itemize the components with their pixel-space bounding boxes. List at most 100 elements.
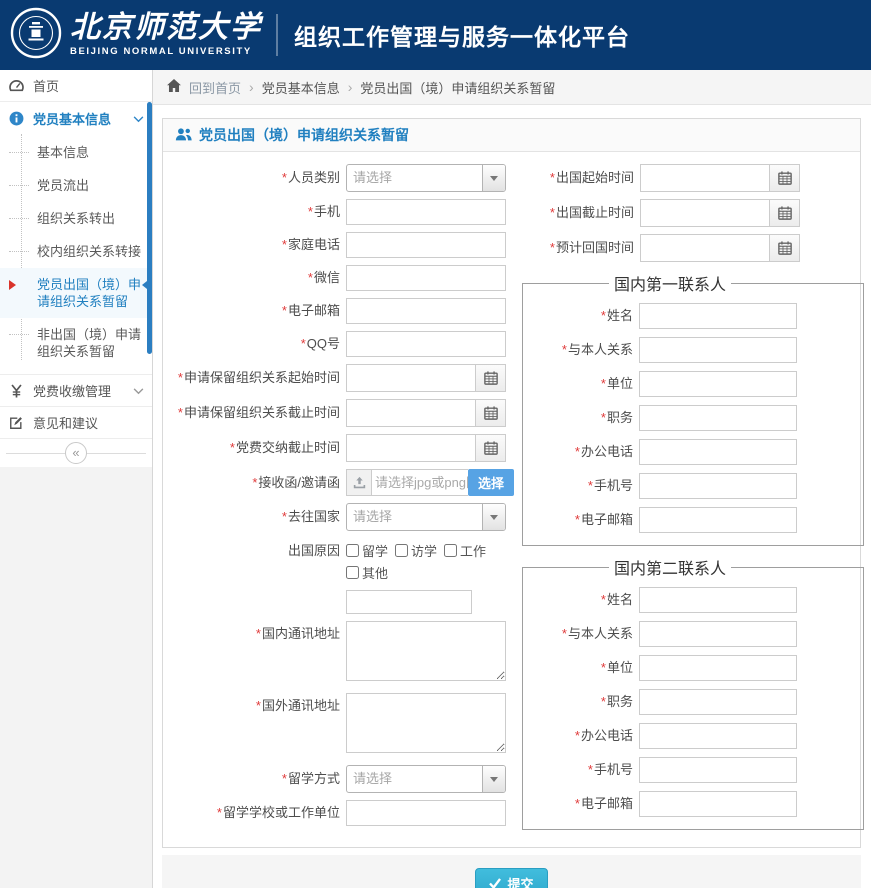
contact1-organization-input[interactable] <box>639 371 797 397</box>
sidebar-item-label: 首页 <box>33 76 59 95</box>
other-checkbox[interactable] <box>346 566 359 579</box>
select-placeholder: 请选择 <box>347 165 482 191</box>
visit-checkbox[interactable] <box>395 544 408 557</box>
university-name-cn: 北京师范大学 <box>70 13 262 43</box>
foreign-address-textarea[interactable] <box>346 693 506 753</box>
sidebar-item-fee-management[interactable]: 党费收缴管理 <box>0 375 152 407</box>
depart-start-input[interactable] <box>640 164 770 192</box>
reason-checkbox-group: 留学 访学 工作 其他 <box>346 538 509 614</box>
contact2-relation-input[interactable] <box>639 621 797 647</box>
study-mode-select[interactable]: 请选择 <box>346 765 506 793</box>
wechat-input[interactable] <box>346 265 506 291</box>
sidebar-item-non-abroad-retain[interactable]: 非出国（境）申请组织关系暂留 <box>0 318 152 368</box>
work-checkbox[interactable] <box>444 544 457 557</box>
other-reason-input[interactable] <box>346 590 472 614</box>
reason-option-visit[interactable]: 访学 <box>395 541 437 560</box>
school-or-employer-label: 留学学校或工作单位 <box>163 805 346 821</box>
contact2-position-input[interactable] <box>639 689 797 715</box>
select-dropdown-button[interactable] <box>482 165 505 191</box>
contact2-office-phone-input[interactable] <box>639 723 797 749</box>
sidebar-item-home[interactable]: 首页 <box>0 70 152 102</box>
sidebar-item-member-info[interactable]: 党员基本信息 <box>0 102 152 134</box>
contact2-mobile-label: 手机号 <box>527 762 639 778</box>
contact2-organization-input[interactable] <box>639 655 797 681</box>
contact1-legend: 国内第一联系人 <box>609 271 731 295</box>
reason-option-study[interactable]: 留学 <box>346 541 388 560</box>
contact2-relation-label: 与本人关系 <box>527 626 639 642</box>
breadcrumb-home-link[interactable]: 回到首页 <box>189 78 241 97</box>
form-right-column: 出国起始时间 出国截止时间 <box>509 164 864 833</box>
sidebar-item-abroad-retain[interactable]: 党员出国（境）申请组织关系暂留 <box>0 268 152 318</box>
calendar-button[interactable] <box>476 364 506 392</box>
submit-label: 提交 <box>507 874 533 889</box>
reason-option-other[interactable]: 其他 <box>346 563 509 582</box>
contact2-office-phone-label: 办公电话 <box>527 728 639 744</box>
contact1-name-input[interactable] <box>639 303 797 329</box>
home-phone-input[interactable] <box>346 232 506 258</box>
breadcrumb: 回到首页 › 党员基本信息 › 党员出国（境）申请组织关系暂留 <box>153 70 871 105</box>
qq-input[interactable] <box>346 331 506 357</box>
university-wordmark: 北京师范大学 BEIJING NORMAL UNIVERSITY <box>70 13 262 57</box>
chevron-down-icon <box>490 777 498 786</box>
sidebar-item-feedback[interactable]: 意见和建议 <box>0 407 152 439</box>
contact1-position-input[interactable] <box>639 405 797 431</box>
person-type-select[interactable]: 请选择 <box>346 164 506 192</box>
check-icon <box>489 878 501 889</box>
reason-option-work[interactable]: 工作 <box>444 541 486 560</box>
contact1-fieldset: 国内第一联系人 姓名 与本人关系 单位 职务 办公电话 手机号 电子邮箱 <box>522 271 864 546</box>
checkbox-label: 访学 <box>411 541 437 560</box>
expected-return-input[interactable] <box>640 234 770 262</box>
contact2-position-label: 职务 <box>527 694 639 710</box>
retain-start-input[interactable] <box>346 364 476 392</box>
upload-placeholder[interactable]: 请选择jpg或png图片 <box>372 469 468 496</box>
study-checkbox[interactable] <box>346 544 359 557</box>
email-input[interactable] <box>346 298 506 324</box>
calendar-button[interactable] <box>476 434 506 462</box>
sidebar-item-label: 校内组织关系转接 <box>37 244 141 259</box>
calendar-button[interactable] <box>770 164 800 192</box>
upload-icon[interactable] <box>346 469 372 496</box>
users-icon <box>175 127 192 144</box>
select-dropdown-button[interactable] <box>482 504 505 530</box>
breadcrumb-current: 党员出国（境）申请组织关系暂留 <box>360 78 555 97</box>
contact1-email-input[interactable] <box>639 507 797 533</box>
page-title: 党员出国（境）申请组织关系暂留 <box>199 125 409 145</box>
select-dropdown-button[interactable] <box>482 766 505 792</box>
domestic-address-textarea[interactable] <box>346 621 506 681</box>
active-caret-icon <box>9 280 21 290</box>
contact1-mobile-input[interactable] <box>639 473 797 499</box>
school-or-employer-input[interactable] <box>346 800 506 826</box>
contact1-office-phone-input[interactable] <box>639 439 797 465</box>
invitation-label: 接收函/邀请函 <box>163 475 346 491</box>
edit-icon <box>8 416 24 430</box>
platform-title: 组织工作管理与服务一体化平台 <box>294 18 630 52</box>
contact2-name-input[interactable] <box>639 587 797 613</box>
sidebar-item-label: 党员出国（境）申请组织关系暂留 <box>37 277 141 309</box>
contact2-email-input[interactable] <box>639 791 797 817</box>
sidebar-scrollbar[interactable] <box>147 102 152 354</box>
sidebar-item-campus-transfer[interactable]: 校内组织关系转接 <box>0 235 152 268</box>
sidebar-item-label: 党员基本信息 <box>33 109 111 128</box>
destination-select[interactable]: 请选择 <box>346 503 506 531</box>
active-item-arrow-icon <box>134 277 152 293</box>
contact1-relation-input[interactable] <box>639 337 797 363</box>
top-header: 北京师范大学 BEIJING NORMAL UNIVERSITY 组织工作管理与… <box>0 0 871 70</box>
contact2-email-label: 电子邮箱 <box>527 796 639 812</box>
fee-deadline-datepicker <box>346 434 506 462</box>
info-circle-icon <box>8 111 24 126</box>
calendar-button[interactable] <box>770 199 800 227</box>
retain-end-input[interactable] <box>346 399 476 427</box>
calendar-button[interactable] <box>770 234 800 262</box>
upload-choose-button[interactable]: 选择 <box>468 469 514 496</box>
fee-deadline-input[interactable] <box>346 434 476 462</box>
sidebar-item-member-outflow[interactable]: 党员流出 <box>0 169 152 202</box>
sidebar-item-basic-info[interactable]: 基本信息 <box>0 136 152 169</box>
sidebar-item-transfer-out[interactable]: 组织关系转出 <box>0 202 152 235</box>
submit-button[interactable]: 提交 <box>475 868 547 888</box>
contact2-mobile-input[interactable] <box>639 757 797 783</box>
mobile-input[interactable] <box>346 199 506 225</box>
depart-end-input[interactable] <box>640 199 770 227</box>
calendar-button[interactable] <box>476 399 506 427</box>
fee-deadline-label: 党费交纳截止时间 <box>163 440 346 456</box>
sidebar-collapse-button[interactable]: « <box>65 442 87 464</box>
